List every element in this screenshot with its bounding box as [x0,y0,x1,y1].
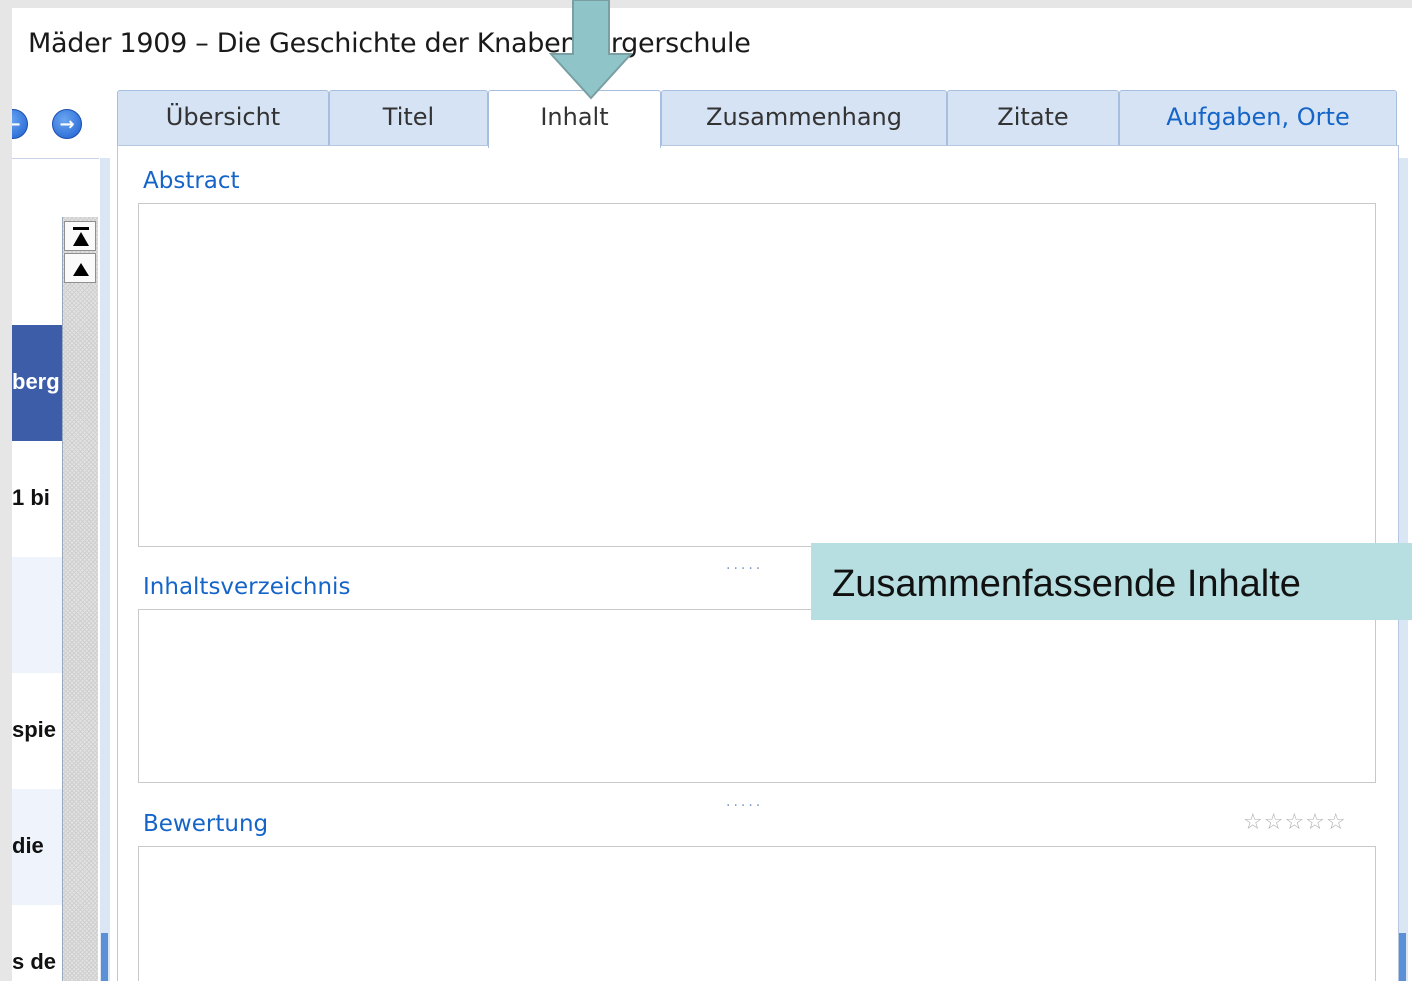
arrow-left-circle-icon: ← [12,114,21,135]
tab-titel[interactable]: Titel [329,90,488,145]
item-list-pane: berg 1 bi spie die s de [12,158,99,981]
scroll-top-icon [73,227,89,246]
tab-zusammenhang[interactable]: Zusammenhang [661,90,947,145]
rating-label: Bewertung [143,811,269,837]
back-button[interactable]: ← [12,109,28,139]
abstract-field[interactable] [138,203,1376,547]
rating-field[interactable] [138,846,1376,981]
vertical-scrollbar[interactable] [62,217,98,981]
collapse-right-handle[interactable] [1399,933,1406,981]
abstract-label: Abstract [143,168,240,194]
list-item[interactable]: die [12,789,62,905]
splitter-grip[interactable]: ..... [726,557,763,573]
rating-stars[interactable]: ☆☆☆☆☆ [1243,810,1347,835]
scroll-up-button[interactable] [64,253,96,283]
splitter-grip[interactable]: ..... [726,794,763,810]
toc-field[interactable] [138,609,1376,783]
list-item-text: berg [12,369,60,394]
list-item[interactable]: berg [12,325,62,441]
tab-uebersicht[interactable]: Übersicht [117,90,329,145]
callout-label: Zusammenfassende Inhalte [811,543,1412,620]
down-arrow-icon [548,0,634,100]
tab-zitate[interactable]: Zitate [947,90,1119,145]
list-item[interactable] [12,557,62,673]
tab-aufgaben-orte[interactable]: Aufgaben, Orte [1119,90,1397,145]
list-item-text: s de [12,949,57,974]
list-item-text: 1 bi [12,485,50,510]
app-window: Mäder 1909 – Die Geschichte der Knabenbü… [12,8,1412,981]
list-item[interactable]: 1 bi [12,441,62,557]
list-item-text: die [12,833,44,858]
list-item[interactable]: s de [12,905,62,981]
list-item-text: spie [12,717,57,742]
forward-button[interactable]: → [52,109,82,139]
scroll-to-top-button[interactable] [64,221,96,251]
window-title: Mäder 1909 – Die Geschichte der Knabenbü… [28,28,751,59]
collapse-left-handle[interactable] [101,933,108,981]
list-item[interactable]: spie [12,673,62,789]
scroll-up-icon [73,263,89,276]
toc-label: Inhaltsverzeichnis [143,574,351,600]
arrow-right-circle-icon: → [59,114,75,135]
left-splitter[interactable] [100,158,110,981]
